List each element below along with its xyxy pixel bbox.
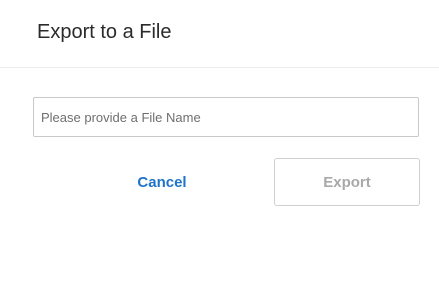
export-button[interactable]: Export [274,158,420,206]
export-dialog: Export to a File Cancel Export [0,0,439,284]
dialog-title: Export to a File [37,21,172,43]
dialog-header: Export to a File [0,0,439,68]
cancel-button[interactable]: Cancel [104,158,220,206]
file-name-input[interactable] [33,97,419,137]
